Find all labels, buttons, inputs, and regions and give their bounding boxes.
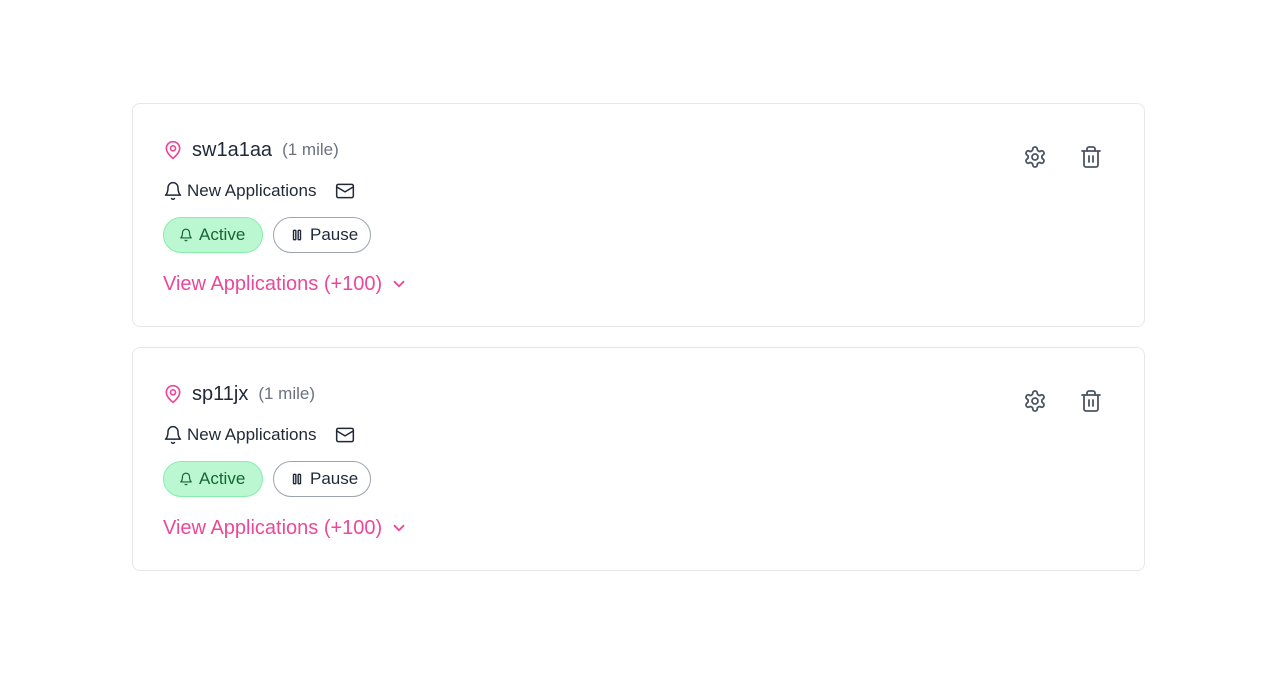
map-pin-icon	[163, 384, 183, 404]
pause-button[interactable]: Pause	[273, 217, 371, 253]
pause-label: Pause	[310, 225, 359, 244]
trash-icon	[1081, 390, 1101, 412]
alert-card: sw1a1aa (1 mile) New Applications Active…	[132, 103, 1145, 327]
pause-icon	[292, 473, 302, 485]
distance: (1 mile)	[258, 384, 315, 403]
card-actions	[1022, 144, 1104, 170]
bell-icon	[163, 425, 183, 445]
notification-row: New Applications	[163, 179, 355, 203]
distance: (1 mile)	[282, 140, 339, 159]
view-applications-label: View Applications (+100)	[163, 516, 383, 539]
mail-icon	[335, 181, 355, 201]
active-label: Active	[199, 469, 246, 488]
alert-card: sp11jx (1 mile) New Applications Active …	[132, 347, 1145, 571]
pause-icon	[292, 229, 302, 241]
card-actions	[1022, 388, 1104, 414]
location-row: sw1a1aa (1 mile)	[163, 137, 339, 163]
notification-type-label: New Applications	[187, 181, 317, 200]
chevron-down-icon	[393, 280, 405, 288]
settings-button[interactable]	[1022, 144, 1048, 170]
trash-icon	[1081, 146, 1101, 168]
location-row: sp11jx (1 mile)	[163, 381, 315, 407]
view-applications-toggle[interactable]: View Applications (+100)	[163, 271, 408, 297]
active-button[interactable]: Active	[163, 217, 263, 253]
view-applications-toggle[interactable]: View Applications (+100)	[163, 515, 408, 541]
pause-label: Pause	[310, 469, 359, 488]
delete-button[interactable]	[1078, 144, 1104, 170]
gear-icon	[1025, 146, 1045, 168]
postcode: sw1a1aa	[192, 138, 273, 161]
status-row: Active Pause	[163, 217, 371, 253]
bell-icon	[180, 228, 192, 242]
mail-icon	[335, 425, 355, 445]
chevron-down-icon	[393, 524, 405, 532]
view-applications-label: View Applications (+100)	[163, 272, 383, 295]
notification-type-label: New Applications	[187, 425, 317, 444]
postcode: sp11jx	[192, 382, 249, 405]
status-row: Active Pause	[163, 461, 371, 497]
notification-row: New Applications	[163, 423, 355, 447]
bell-icon	[180, 472, 192, 486]
delete-button[interactable]	[1078, 388, 1104, 414]
bell-icon	[163, 181, 183, 201]
settings-button[interactable]	[1022, 388, 1048, 414]
pause-button[interactable]: Pause	[273, 461, 371, 497]
map-pin-icon	[163, 140, 183, 160]
gear-icon	[1025, 390, 1045, 412]
alert-list: sw1a1aa (1 mile) New Applications Active…	[132, 103, 1145, 591]
active-button[interactable]: Active	[163, 461, 263, 497]
active-label: Active	[199, 225, 246, 244]
